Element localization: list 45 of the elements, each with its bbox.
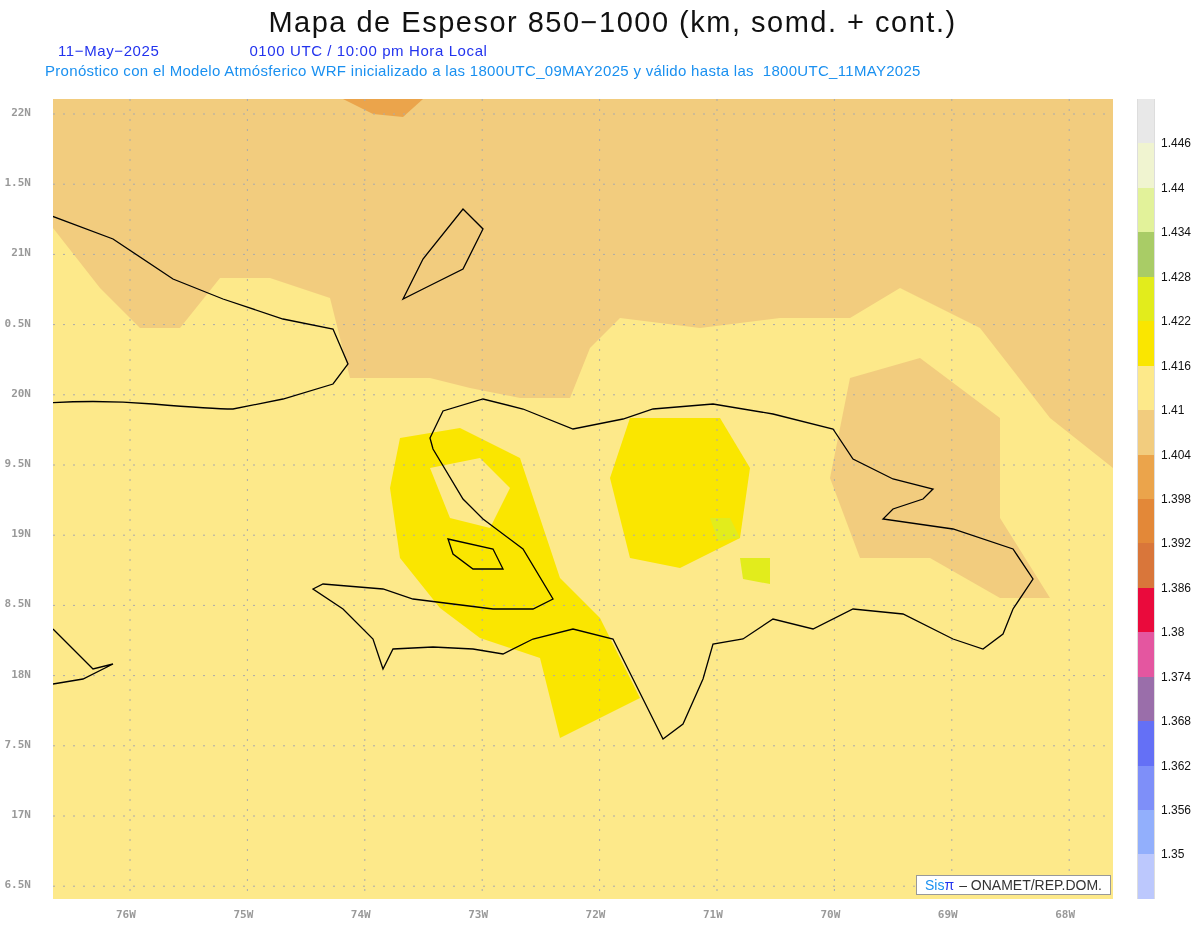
latitude-label: 21N <box>11 246 31 261</box>
colorbar-label: 1.398 <box>1161 490 1192 507</box>
forecast-date: 11−May−2025 <box>58 42 160 61</box>
colorbar-label: 1.422 <box>1161 313 1192 330</box>
colorbar-label: 1.38 <box>1161 624 1185 641</box>
latitude-label: 17N <box>11 808 31 822</box>
longitude-label: 71W <box>703 908 723 921</box>
latitude-label: 8.5N <box>4 597 31 612</box>
colorbar-label: 1.404 <box>1161 446 1192 463</box>
colorbar-label: 1.392 <box>1161 535 1192 552</box>
forecast-description: Pronóstico con el Modelo Atmósferico WRF inicializado a las 1800UTC_09MAY2025 y válido hasta las 1800UTC_11MAY2025 <box>45 62 921 79</box>
latitude-label: 1.5N <box>4 176 31 191</box>
longitude-label: 70W <box>820 908 841 921</box>
longitude-label: 68W <box>1055 908 1076 921</box>
latitude-label: 20N <box>11 386 31 401</box>
colorbar-label: 1.446 <box>1161 135 1192 152</box>
longitude-label: 74W <box>350 908 371 921</box>
brand-name: Sis <box>925 877 945 893</box>
latitude-label: 9.5N <box>4 457 31 471</box>
colorbar-label: 1.386 <box>1161 579 1192 596</box>
colorbar-label: 1.368 <box>1161 713 1192 730</box>
colorbar-label: 1.356 <box>1161 802 1192 818</box>
latitude-label: 19N <box>11 527 31 542</box>
colorbar-label: 1.362 <box>1161 757 1192 774</box>
longitude-label: 69W <box>937 908 958 921</box>
latitude-label: 6.5N <box>4 878 31 893</box>
latitude-label: 0.5N <box>4 316 31 331</box>
longitude-label: 72W <box>585 908 606 921</box>
map-title: Mapa de Espesor 850−1000 (km, somd. + cont.) <box>268 5 957 40</box>
colorbar-label: 1.416 <box>1161 357 1192 374</box>
colorbar-label: 1.434 <box>1161 224 1192 241</box>
latitude-label: 7.5N <box>4 737 31 752</box>
brand-symbol: π <box>944 877 955 893</box>
forecast-time: 0100 UTC / 10:00 pm Hora Local <box>249 42 488 61</box>
longitude-label: 76W <box>116 908 136 921</box>
colorbar-label: 1.35 <box>1161 846 1185 863</box>
longitude-label: 75W <box>233 908 254 921</box>
colorbar-label: 1.44 <box>1161 179 1185 196</box>
colorbar-label: 1.41 <box>1161 402 1185 419</box>
credit-text: – ONAMET/REP.DOM. <box>959 877 1102 893</box>
latitude-label: 18N <box>11 667 31 682</box>
colorbar-label: 1.428 <box>1161 268 1192 285</box>
colorbar-label: 1.374 <box>1161 668 1192 685</box>
latitude-label: 22N <box>11 106 31 120</box>
longitude-label: 73W <box>468 908 489 921</box>
